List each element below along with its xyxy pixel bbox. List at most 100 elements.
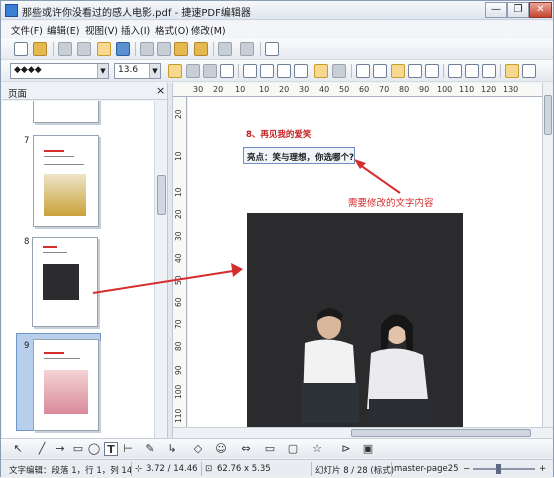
frame-icon[interactable]: [482, 64, 496, 78]
zoom-slider-knob[interactable]: [496, 464, 501, 474]
font-shadow-a-icon[interactable]: [203, 64, 217, 78]
points-icon[interactable]: ⊳: [339, 442, 353, 456]
undo-icon[interactable]: [218, 42, 232, 56]
menu-view[interactable]: 视图(V): [85, 23, 118, 37]
gallery-icon[interactable]: ▣: [361, 442, 375, 456]
save-icon[interactable]: [58, 42, 72, 56]
text-tool-icon[interactable]: T: [104, 442, 118, 456]
font-name-value: ◆◆◆◆: [14, 65, 42, 75]
indent-icon[interactable]: [373, 64, 387, 78]
chevron-down-icon[interactable]: ▼: [97, 64, 108, 78]
table-icon[interactable]: [448, 64, 462, 78]
open-folder-icon[interactable]: [33, 42, 47, 56]
close-button[interactable]: ✕: [529, 2, 552, 18]
list-icon[interactable]: [356, 64, 370, 78]
menu-format[interactable]: 格式(O): [155, 23, 189, 37]
scroll-thumb[interactable]: [157, 175, 166, 215]
redo-icon[interactable]: [240, 42, 254, 56]
callout-icon[interactable]: ▢: [286, 442, 300, 456]
zoom-icon[interactable]: [265, 42, 279, 56]
size-icon: ⊡: [205, 464, 213, 474]
arrow-line-icon[interactable]: →: [53, 442, 67, 456]
status-bar: 文字编辑：段落 1，行 1，列 14 ⊹ 3.72 / 14.46 ⊡ 62.7…: [1, 459, 553, 477]
edit-mode-icon[interactable]: [97, 42, 111, 56]
stars-icon[interactable]: ☆: [310, 442, 324, 456]
chevron-down-icon[interactable]: ▼: [149, 64, 160, 78]
select-pointer-icon[interactable]: ↖: [11, 442, 25, 456]
shading-icon[interactable]: [425, 64, 439, 78]
close-icon[interactable]: ×: [156, 84, 165, 97]
curve-tool-icon[interactable]: ✎: [143, 442, 157, 456]
align-center-icon[interactable]: [260, 64, 274, 78]
layout-icon[interactable]: [522, 64, 536, 78]
export-icon[interactable]: [77, 42, 91, 56]
page-thumbnail-7[interactable]: [33, 135, 99, 227]
font-size-select[interactable]: 13.6 ▼: [114, 63, 161, 79]
horizontal-ruler: 30 20 10 10 20 30 40 50 60 70 80 90 100 …: [173, 83, 542, 97]
basic-shapes-icon[interactable]: ◇: [191, 442, 205, 456]
edit-mode-status: 文字编辑：段落 1，行 1，列 14: [9, 466, 133, 476]
connector-icon[interactable]: ↳: [165, 442, 179, 456]
document-vertical-scrollbar[interactable]: [542, 83, 553, 427]
line-spacing-icon[interactable]: [332, 64, 346, 78]
maximize-button[interactable]: ❐: [507, 2, 529, 18]
textbox-frame-icon[interactable]: [391, 64, 405, 78]
menu-insert[interactable]: 插入(I): [121, 23, 150, 37]
format-painter-icon[interactable]: [194, 42, 208, 56]
fit-text-icon[interactable]: ⊢: [121, 442, 135, 456]
font-style-a-icon[interactable]: [168, 64, 182, 78]
menu-modify[interactable]: 修改(M): [191, 23, 226, 37]
selected-text-box[interactable]: 亮点：笑与理想，你选哪个?: [243, 147, 355, 164]
line-tool-icon[interactable]: ╱: [35, 442, 49, 456]
border-icon[interactable]: [408, 64, 422, 78]
movie-still-image[interactable]: [247, 213, 463, 427]
minimize-button[interactable]: —: [485, 2, 507, 18]
standard-toolbar: [1, 38, 553, 60]
ellipse-icon[interactable]: ◯: [87, 442, 101, 456]
page-thumbnail-6[interactable]: [33, 101, 99, 123]
pages-panel-scrollbar[interactable]: [154, 101, 167, 438]
menu-edit[interactable]: 编辑(E): [47, 23, 79, 37]
new-document-icon[interactable]: [14, 42, 28, 56]
symbol-shapes-icon[interactable]: ☺: [214, 442, 228, 456]
zoom-slider[interactable]: [473, 468, 535, 470]
document-canvas[interactable]: 8、再见我的爱笑 亮点：笑与理想，你选哪个? 需要修改的文字内容: [188, 97, 542, 427]
app-window: 那些或许你没看过的感人电影.pdf - 捷速PDF编辑器 — ❐ ✕ 文件(F)…: [0, 0, 554, 477]
font-bold-a-icon[interactable]: [220, 64, 234, 78]
drawing-toolbar: ↖ ╱ → ▭ ◯ T ⊢ ✎ ↳ ◇ ☺ ⇔ ▭ ▢ ☆ ⊳ ▣: [1, 438, 553, 458]
paragraph-icon[interactable]: [314, 64, 328, 78]
paste-icon[interactable]: [174, 42, 188, 56]
align-justify-icon[interactable]: [294, 64, 308, 78]
block-arrows-icon[interactable]: ⇔: [239, 442, 253, 456]
annotation-label: 需要修改的文字内容: [348, 198, 434, 209]
movie-still-figures: [247, 213, 463, 427]
print-icon[interactable]: [116, 42, 130, 56]
pdf-app-icon: [5, 4, 18, 17]
font-outline-a-icon[interactable]: [186, 64, 200, 78]
format-toolbar: ◆◆◆◆ ▼ 13.6 ▼: [1, 60, 553, 82]
page-heading[interactable]: 8、再见我的爱笑: [246, 128, 311, 140]
align-right-icon[interactable]: [277, 64, 291, 78]
cursor-position: 3.72 / 14.46: [146, 464, 198, 474]
master-page: master-page25: [394, 464, 459, 474]
pages-panel-title: 页面: [8, 89, 28, 100]
copy-icon[interactable]: [157, 42, 171, 56]
selected-text[interactable]: 亮点：笑与理想，你选哪个?: [247, 151, 354, 163]
menu-file[interactable]: 文件(F): [11, 23, 43, 37]
pages-panel: 7 8 9: [2, 101, 154, 438]
zoom-in-button[interactable]: +: [539, 464, 546, 474]
scroll-thumb[interactable]: [351, 429, 531, 437]
document-horizontal-scrollbar[interactable]: [173, 427, 553, 438]
flowchart-icon[interactable]: ▭: [263, 442, 277, 456]
zoom-out-button[interactable]: −: [463, 464, 470, 474]
rectangle-icon[interactable]: ▭: [71, 442, 85, 456]
page-thumbnail-8[interactable]: [32, 237, 98, 327]
cut-icon[interactable]: [140, 42, 154, 56]
page-thumbnail-9[interactable]: [33, 339, 99, 431]
font-name-select[interactable]: ◆◆◆◆ ▼: [10, 63, 109, 79]
image-icon[interactable]: [465, 64, 479, 78]
scroll-thumb[interactable]: [544, 95, 552, 135]
columns-icon[interactable]: [505, 64, 519, 78]
slide-indicator: 幻灯片 8 / 28 (标式): [315, 466, 395, 476]
align-left-icon[interactable]: [243, 64, 257, 78]
